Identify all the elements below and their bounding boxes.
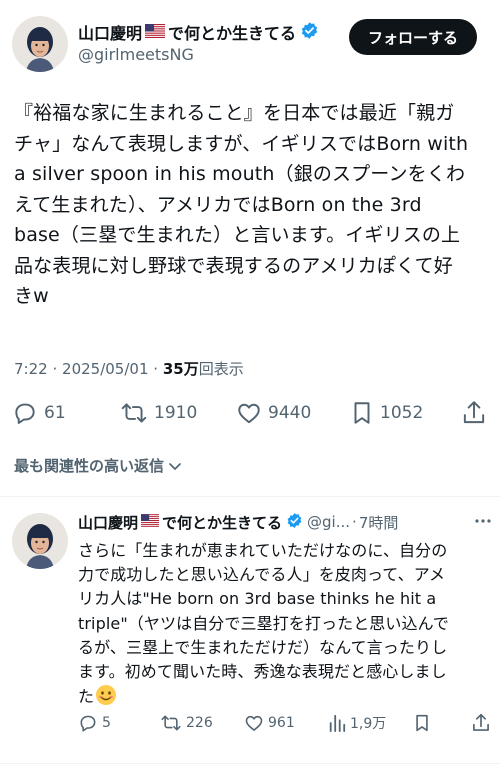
tweet-text-line: チャ」なんて表現しますが、イギリスではBorn with (14, 132, 469, 155)
tweet-text-line: 『裕福な家に生まれること』を日本では最近「親ガ (14, 102, 455, 124)
reply-reply-button[interactable]: 5 (78, 713, 111, 733)
share-icon (473, 713, 489, 731)
author-avatar[interactable] (12, 16, 68, 72)
views-label: 回表示 (198, 360, 244, 378)
heart-icon (245, 715, 263, 731)
reply-text-line: ます。初めて聞いた時、秀逸な表現だと感心しまし (78, 662, 447, 682)
like-count: 9440 (268, 403, 312, 423)
reply-retweet-button[interactable]: 226 (160, 713, 213, 733)
reply-time[interactable]: 7時間 (359, 512, 399, 533)
reply-like-count: 961 (268, 715, 295, 731)
retweet-icon (161, 715, 181, 731)
views-count: 35万 (162, 360, 199, 378)
author-name-suffix[interactable]: で何とか生きてる (168, 20, 296, 44)
tweet-text: 『裕福な家に生まれること』を日本では最近「親ガ チャ」なんて表現しますが、イギリ… (14, 98, 490, 312)
replies-sort-dropdown[interactable]: 最も関連性の高い返信 (14, 455, 183, 476)
share-button[interactable] (461, 399, 487, 427)
follow-button[interactable]: フォローする (349, 19, 477, 55)
reply-text: さらに「生まれが恵まれていただけなのに、自分の 力で成功したと思い込んでる人」を… (78, 539, 498, 713)
reply-button[interactable]: 61 (12, 400, 66, 426)
reply-text-line: た (78, 687, 95, 707)
reply-bookmark-button[interactable] (413, 713, 431, 733)
reply-icon (80, 715, 96, 732)
more-icon (475, 519, 491, 523)
us-flag-icon (141, 513, 160, 531)
reply-like-button[interactable]: 961 (244, 713, 295, 733)
reply-icon (15, 403, 35, 424)
bookmark-count: 1052 (380, 403, 424, 423)
us-flag-icon (145, 23, 166, 42)
reply-text-line: さらに「生まれが恵まれていただけなのに、自分の (78, 541, 448, 560)
reply-text-line: 力で成功したと思い込んでる人」を皮肉って、アメ (78, 565, 446, 585)
tweet-text-line: a silver spoon in his mouth（銀のスプーンをくわ (14, 163, 466, 185)
bookmark-button[interactable]: 1052 (350, 400, 423, 426)
author-name-row[interactable]: 山口慶明 で何とか生きてる (78, 20, 319, 44)
reply-author-display-name[interactable]: 山口慶明 (78, 512, 138, 533)
more-options-button[interactable] (474, 512, 492, 534)
meta-separator: · (352, 513, 357, 531)
reply-author-avatar[interactable] (12, 513, 68, 569)
heart-icon (238, 403, 260, 424)
reply-text-line: るが、三塁上で生まれただけだ）なんて言ったりし (78, 637, 448, 657)
tweet-text-line: base（三塁で生まれた）と言います。イギリスの上 (14, 224, 461, 246)
views-icon (329, 714, 346, 732)
reply-text-line: リカ人は"He born on 3rd base thinks he hit a (78, 589, 437, 609)
tweet-text-line: きw (14, 285, 49, 307)
replies-sort-label: 最も関連性の高い返信 (14, 457, 165, 475)
author-handle[interactable]: @girlmeetsNG (78, 45, 194, 64)
reply-text-line: triple"（ヤツは自分で三塁打を打ったと思い込んで (78, 613, 450, 633)
meta-separator: · (52, 360, 58, 378)
reply-retweet-count: 226 (186, 715, 213, 731)
reply-count: 61 (44, 403, 66, 423)
author-display-name[interactable]: 山口慶明 (78, 20, 142, 44)
verified-badge-icon (300, 21, 319, 44)
tweet-text-line: えて生まれた）、アメリカではBorn on the 3rd (14, 193, 422, 216)
reply-views-button[interactable]: 1,9万 (328, 713, 386, 733)
bookmark-icon (416, 714, 428, 732)
chevron-down-icon (169, 462, 181, 470)
tweet-meta: 7:22 · 2025/05/01 · 35万回表示 (14, 358, 244, 379)
reply-reply-count: 5 (102, 715, 111, 731)
smiling-face-emoji (95, 684, 117, 713)
tweet-date[interactable]: 2025/05/01 (62, 360, 148, 378)
reply-author-name-suffix[interactable]: で何とか生きてる (162, 512, 282, 533)
bookmark-icon (354, 402, 370, 424)
meta-separator: · (153, 360, 159, 378)
retweet-count: 1910 (154, 403, 198, 423)
retweet-icon (121, 403, 147, 423)
reply-author-handle[interactable]: @gi... (307, 513, 350, 531)
reply-views-count: 1,9万 (350, 716, 387, 732)
verified-badge-icon (286, 512, 303, 533)
section-divider (0, 496, 500, 497)
retweet-button[interactable]: 1910 (120, 400, 197, 426)
reply-text-line-last: た (78, 684, 498, 713)
reply-share-button[interactable] (471, 712, 491, 734)
tweet-text-line: 品な表現に対し野球で表現するのアメリカぽくて好 (14, 254, 453, 277)
tweet-time[interactable]: 7:22 (14, 360, 48, 378)
share-icon (463, 401, 485, 424)
like-button[interactable]: 9440 (236, 400, 311, 426)
reply-author-row[interactable]: 山口慶明 で何とか生きてる @gi... · 7時間 (78, 511, 398, 533)
